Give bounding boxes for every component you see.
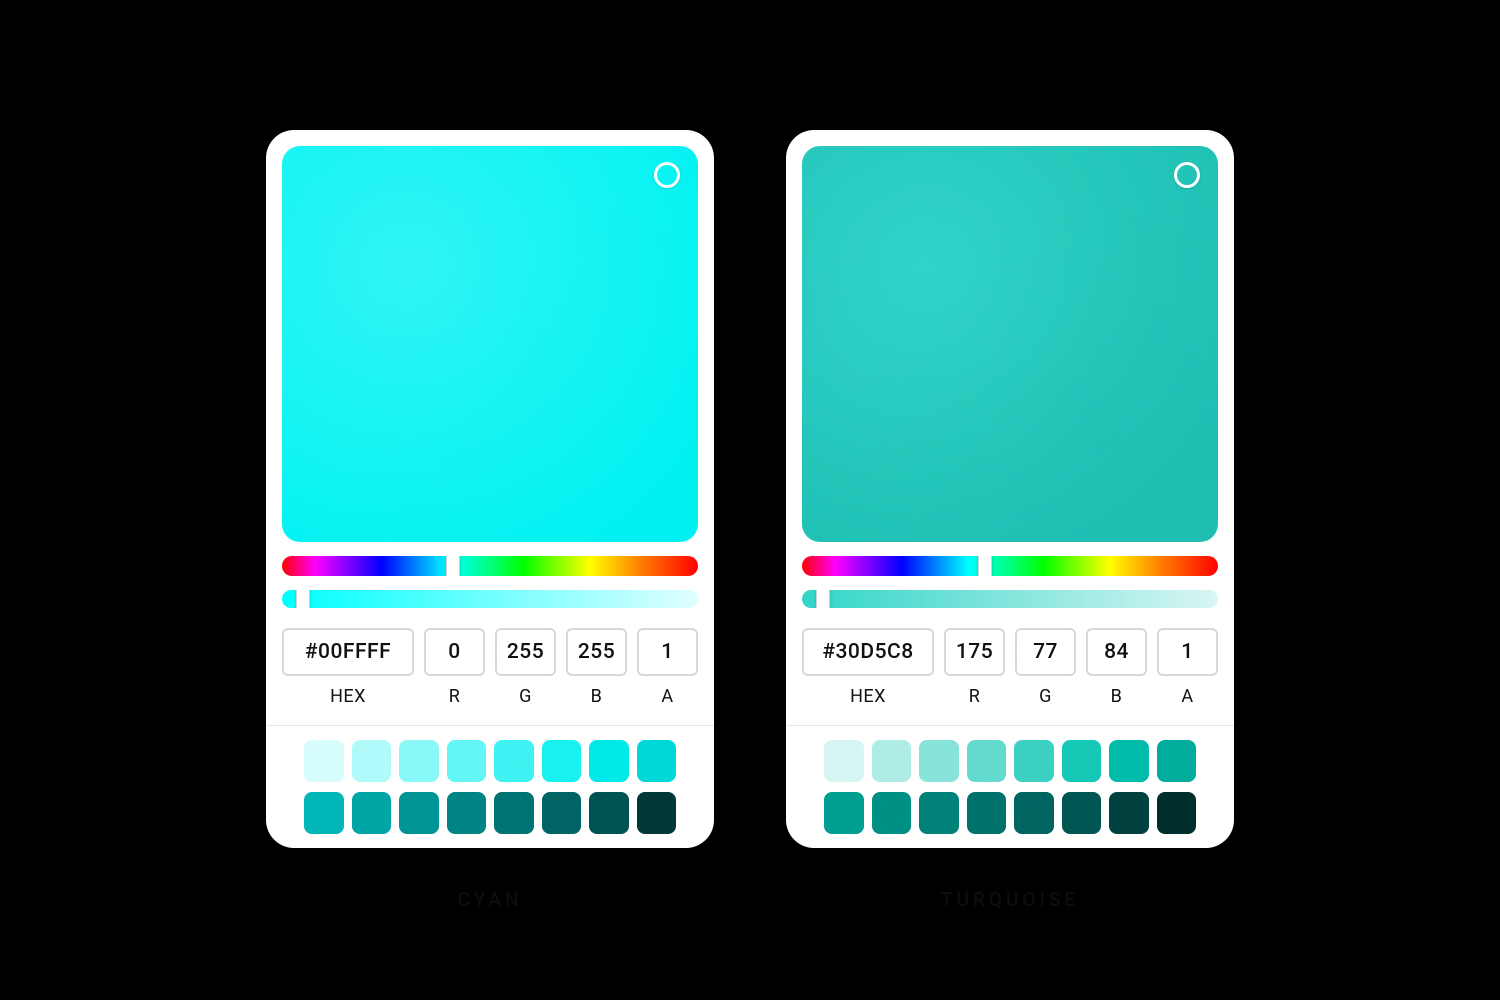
picker-selector-icon[interactable] [654, 162, 680, 188]
palette-swatch[interactable] [399, 792, 439, 834]
palette-swatch[interactable] [542, 740, 582, 782]
palette-swatch[interactable] [1014, 740, 1054, 782]
hue-thumb[interactable] [446, 556, 460, 576]
palette-row-light [304, 740, 676, 782]
palette-swatch[interactable] [399, 740, 439, 782]
b-field-group: 84 B [1086, 628, 1147, 707]
a-input[interactable]: 1 [637, 628, 698, 676]
hue-track [802, 556, 1218, 576]
palette-swatch[interactable] [589, 792, 629, 834]
palette-swatch[interactable] [1014, 792, 1054, 834]
picker-caption: TURQUOISE [941, 888, 1079, 911]
value-inputs-row: #30D5C8 HEX 175 R 77 G 84 B 1 A [802, 628, 1218, 707]
g-field-group: 77 G [1015, 628, 1076, 707]
g-input[interactable]: 77 [1015, 628, 1076, 676]
palette-swatch[interactable] [352, 740, 392, 782]
hex-input[interactable]: #30D5C8 [802, 628, 934, 676]
a-label: A [661, 686, 673, 707]
hex-field-group: #00FFFF HEX [282, 628, 414, 707]
hue-track [282, 556, 698, 576]
g-label: G [1039, 686, 1052, 707]
palette-swatch[interactable] [872, 792, 912, 834]
picker-selector-icon[interactable] [1174, 162, 1200, 188]
r-field-group: 175 R [944, 628, 1005, 707]
b-label: B [1111, 686, 1123, 707]
b-label: B [591, 686, 603, 707]
section-divider [786, 725, 1234, 726]
saturation-value-area[interactable] [802, 146, 1218, 542]
sliders-group [282, 556, 698, 608]
swatch-texture [802, 146, 1218, 542]
palette-row-light [824, 740, 1196, 782]
g-input[interactable]: 255 [495, 628, 556, 676]
palette-swatch[interactable] [1157, 792, 1197, 834]
g-label: G [519, 686, 532, 707]
preset-palette [282, 740, 698, 834]
color-pickers-stage: #00FFFF HEX 0 R 255 G 255 B 1 A [0, 0, 1500, 1000]
r-label: R [449, 686, 461, 707]
palette-swatch[interactable] [1109, 740, 1149, 782]
palette-swatch[interactable] [967, 792, 1007, 834]
a-input[interactable]: 1 [1157, 628, 1218, 676]
palette-swatch[interactable] [447, 740, 487, 782]
palette-swatch[interactable] [304, 792, 344, 834]
r-input[interactable]: 0 [424, 628, 485, 676]
r-label: R [969, 686, 981, 707]
sliders-group [802, 556, 1218, 608]
hue-slider[interactable] [802, 556, 1218, 576]
color-picker-turquoise: #30D5C8 HEX 175 R 77 G 84 B 1 A [786, 130, 1234, 848]
palette-swatch[interactable] [919, 792, 959, 834]
palette-swatch[interactable] [1062, 792, 1102, 834]
hex-field-group: #30D5C8 HEX [802, 628, 934, 707]
alpha-track [282, 590, 698, 608]
palette-swatch[interactable] [1109, 792, 1149, 834]
palette-swatch[interactable] [589, 740, 629, 782]
palette-swatch[interactable] [542, 792, 582, 834]
palette-swatch[interactable] [494, 740, 534, 782]
preset-palette [802, 740, 1218, 834]
palette-swatch[interactable] [494, 792, 534, 834]
palette-swatch[interactable] [1157, 740, 1197, 782]
g-field-group: 255 G [495, 628, 556, 707]
palette-swatch[interactable] [919, 740, 959, 782]
r-input[interactable]: 175 [944, 628, 1005, 676]
hue-slider[interactable] [282, 556, 698, 576]
value-inputs-row: #00FFFF HEX 0 R 255 G 255 B 1 A [282, 628, 698, 707]
hex-label: HEX [330, 686, 366, 707]
b-field-group: 255 B [566, 628, 627, 707]
alpha-thumb[interactable] [816, 590, 830, 608]
alpha-slider[interactable] [282, 590, 698, 608]
hue-thumb[interactable] [978, 556, 992, 576]
palette-swatch[interactable] [1062, 740, 1102, 782]
r-field-group: 0 R [424, 628, 485, 707]
palette-swatch[interactable] [304, 740, 344, 782]
picker-wrap-turquoise: #30D5C8 HEX 175 R 77 G 84 B 1 A [786, 130, 1234, 911]
swatch-texture [282, 146, 698, 542]
color-picker-cyan: #00FFFF HEX 0 R 255 G 255 B 1 A [266, 130, 714, 848]
palette-swatch[interactable] [637, 740, 677, 782]
a-label: A [1181, 686, 1193, 707]
palette-swatch[interactable] [637, 792, 677, 834]
hex-label: HEX [850, 686, 886, 707]
picker-caption: CYAN [457, 888, 522, 911]
section-divider [266, 725, 714, 726]
alpha-thumb[interactable] [296, 590, 310, 608]
palette-swatch[interactable] [872, 740, 912, 782]
palette-row-dark [304, 792, 676, 834]
alpha-slider[interactable] [802, 590, 1218, 608]
picker-wrap-cyan: #00FFFF HEX 0 R 255 G 255 B 1 A [266, 130, 714, 911]
palette-swatch[interactable] [352, 792, 392, 834]
b-input[interactable]: 84 [1086, 628, 1147, 676]
b-input[interactable]: 255 [566, 628, 627, 676]
palette-swatch[interactable] [824, 740, 864, 782]
alpha-track [802, 590, 1218, 608]
a-field-group: 1 A [637, 628, 698, 707]
a-field-group: 1 A [1157, 628, 1218, 707]
palette-swatch[interactable] [967, 740, 1007, 782]
palette-swatch[interactable] [447, 792, 487, 834]
palette-row-dark [824, 792, 1196, 834]
palette-swatch[interactable] [824, 792, 864, 834]
saturation-value-area[interactable] [282, 146, 698, 542]
hex-input[interactable]: #00FFFF [282, 628, 414, 676]
